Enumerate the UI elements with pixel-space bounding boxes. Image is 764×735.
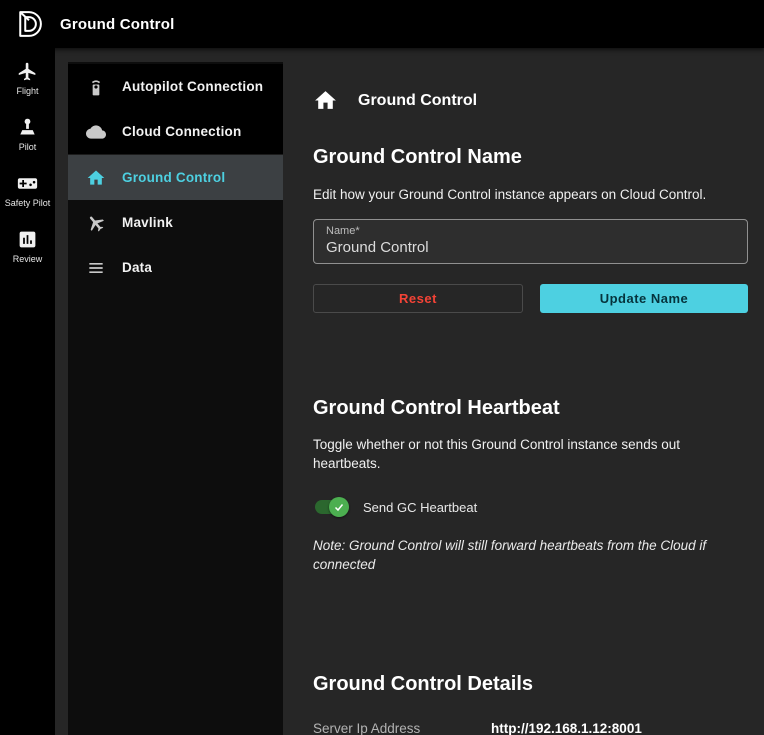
tilted-plane-icon [86,213,106,233]
sidebar-item-label: Autopilot Connection [122,79,263,94]
name-section-description: Edit how your Ground Control instance ap… [313,185,748,204]
heartbeat-section-description: Toggle whether or not this Ground Contro… [313,435,748,473]
name-input-value: Ground Control [326,239,735,256]
app-window: Ground Control Flight Pilot [0,0,764,735]
rail-item-pilot[interactable]: Pilot [0,117,55,152]
sidebar-item-label: Mavlink [122,215,173,230]
rail-label: Pilot [19,142,37,152]
detail-label: Server Ip Address [313,721,491,735]
rail-label: Review [13,254,43,264]
name-input[interactable]: Name* Ground Control [313,219,748,264]
sidebar-item-cloud-connection[interactable]: Cloud Connection [68,109,283,154]
detail-value: http://192.168.1.12:8001 [491,721,748,735]
update-name-button[interactable]: Update Name [540,284,748,313]
toggle-thumb [329,497,349,517]
cloud-icon [86,122,106,142]
remote-icon [86,77,106,97]
heartbeat-toggle[interactable] [313,497,349,517]
list-icon [86,258,106,278]
sidebar-item-mavlink[interactable]: Mavlink [68,200,283,245]
sidebar-item-data[interactable]: Data [68,245,283,290]
joystick-icon [17,117,38,138]
app-logo-icon [14,9,44,39]
top-app-bar: Ground Control [0,0,764,48]
rail-label: Flight [16,86,38,96]
detail-row-server-ip: Server Ip Address http://192.168.1.12:80… [313,721,748,735]
heartbeat-section-heading: Ground Control Heartbeat [313,397,748,420]
rail-item-safety-pilot[interactable]: Safety Pilot [0,173,55,208]
sidebar-item-autopilot-connection[interactable]: Autopilot Connection [68,64,283,109]
sidebar-item-ground-control[interactable]: Ground Control [68,155,283,200]
rail-item-review[interactable]: Review [0,229,55,264]
home-icon [313,88,338,113]
page-title: Ground Control [358,92,477,110]
home-icon [86,168,106,188]
name-section-heading: Ground Control Name [313,146,748,169]
sidebar-item-label: Ground Control [122,170,225,185]
settings-sidebar: Autopilot Connection Cloud Connection Gr… [68,62,283,735]
gamepad-icon [17,173,38,194]
left-nav-rail: Flight Pilot Safety Pilot Review [0,48,55,735]
rail-label: Safety Pilot [5,198,51,208]
name-actions: Reset Update Name [313,284,748,313]
airplane-icon [17,61,38,82]
reset-button[interactable]: Reset [313,284,523,313]
main-content: Ground Control Ground Control Name Edit … [283,48,764,735]
heartbeat-note: Note: Ground Control will still forward … [313,536,748,574]
check-icon [333,501,345,513]
name-input-label: Name* [326,225,735,237]
sidebar-item-label: Data [122,260,152,275]
rail-item-flight[interactable]: Flight [0,61,55,96]
sidebar-item-label: Cloud Connection [122,124,241,139]
heartbeat-toggle-row: Send GC Heartbeat [313,497,748,517]
details-section-heading: Ground Control Details [313,673,748,696]
app-title: Ground Control [60,16,174,33]
connection-menu-group: Autopilot Connection Cloud Connection [68,64,283,155]
page-header: Ground Control [313,88,748,113]
bar-chart-icon [17,229,38,250]
heartbeat-toggle-label: Send GC Heartbeat [363,500,477,515]
